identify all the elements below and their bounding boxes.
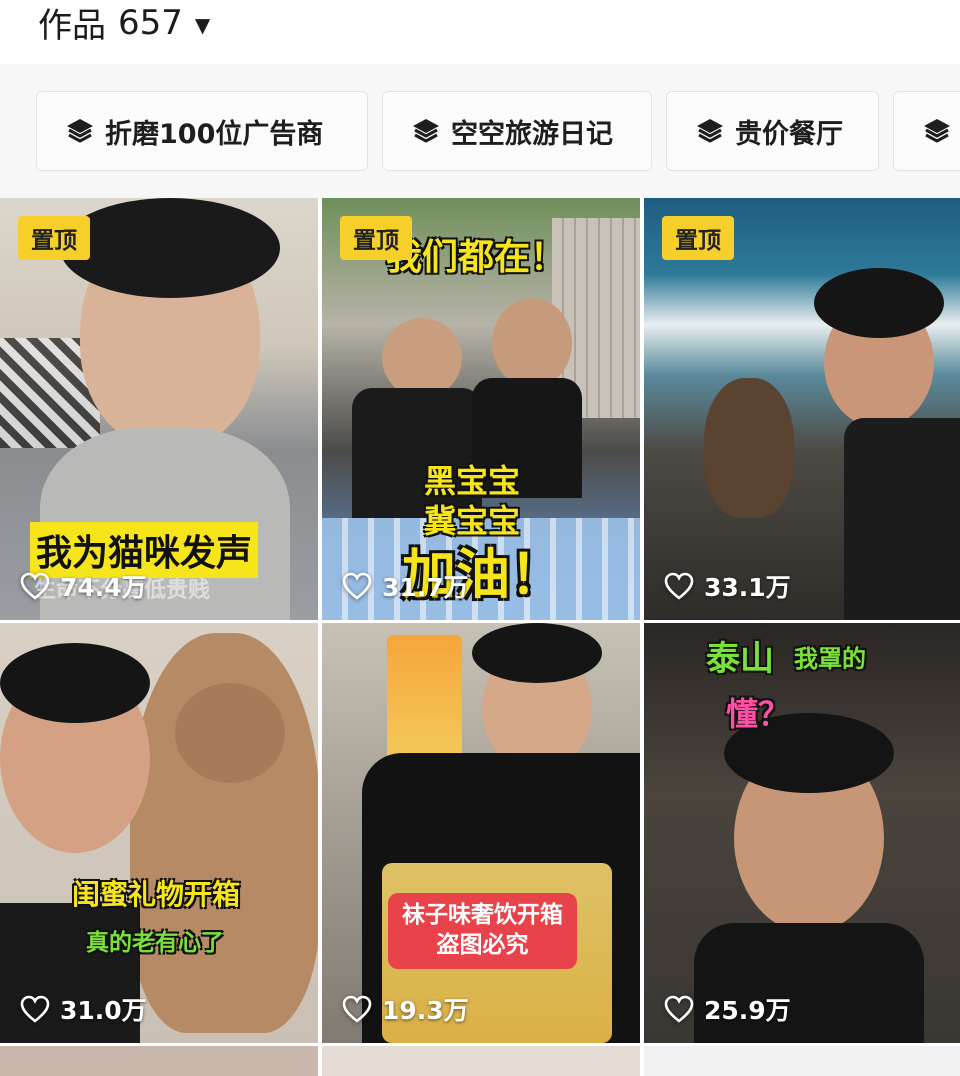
video-caption-line3: 懂？: [726, 695, 791, 733]
collection-chip-2[interactable]: 空空旅游日记: [382, 91, 652, 171]
heart-icon: [664, 995, 694, 1023]
collection-chip-1[interactable]: 折磨100位广告商: [36, 91, 368, 171]
video-grid: 我为猫咪发声 生命不分高低贵贱 置顶 74.4万 我们都在！ 黑宝宝 冀宝宝 加…: [0, 198, 960, 1076]
video-caption-line2: 我罩的: [794, 645, 866, 673]
video-tile-6[interactable]: 泰山 我罩的 懂？ 25.9万: [644, 623, 960, 1043]
layers-icon: [924, 119, 950, 143]
collection-chip-3[interactable]: 贵价餐厅: [666, 91, 879, 171]
collection-label: 贵价餐厅: [735, 118, 843, 150]
pinned-badge: 置顶: [662, 216, 734, 260]
video-subcaption: 真的老有心了: [86, 930, 224, 956]
video-caption: 闺蜜礼物开箱: [72, 878, 241, 911]
profile-works-header: 作品 657 ▼: [0, 0, 960, 62]
like-count: 31.7万: [342, 568, 469, 604]
pinned-badge: 置顶: [340, 216, 412, 260]
like-count: 19.3万: [342, 991, 469, 1027]
works-tab-selector[interactable]: 作品 657 ▼: [38, 0, 210, 47]
video-caption: 我们都在！: [386, 237, 567, 278]
works-label: 作品: [38, 6, 106, 46]
like-count-value: 19.3万: [382, 996, 469, 1025]
like-count: 33.1万: [664, 568, 791, 604]
like-count: 74.4万: [20, 568, 147, 604]
like-count: 31.0万: [20, 991, 147, 1027]
collection-chip-4[interactable]: [893, 91, 960, 171]
video-caption: 泰山: [706, 639, 774, 679]
like-count-value: 25.9万: [704, 996, 791, 1025]
heart-icon: [342, 572, 372, 600]
video-tile-9[interactable]: [644, 1046, 960, 1076]
heart-icon: [20, 572, 50, 600]
caret-down-icon: ▼: [194, 12, 211, 37]
video-tile-2[interactable]: 我们都在！ 黑宝宝 冀宝宝 加油！ 置顶 31.7万: [322, 198, 640, 620]
collections-bar: 折磨100位广告商 空空旅游日记 贵价餐厅: [0, 64, 960, 198]
layers-icon: [413, 119, 439, 143]
heart-icon: [664, 572, 694, 600]
layers-icon: [697, 119, 723, 143]
video-subcaption: 盗图必究: [436, 931, 529, 958]
like-count-value: 31.7万: [382, 573, 469, 602]
like-count-value: 33.1万: [704, 573, 791, 602]
video-tile-8[interactable]: [322, 1046, 640, 1076]
layers-icon: [67, 119, 93, 143]
works-count: 657: [118, 2, 183, 43]
heart-icon: [342, 995, 372, 1023]
video-tile-7[interactable]: [0, 1046, 318, 1076]
video-caption: 袜子味奢饮开箱: [402, 902, 563, 928]
video-tile-4[interactable]: 闺蜜礼物开箱 真的老有心了 31.0万: [0, 623, 318, 1043]
like-count-value: 31.0万: [60, 996, 147, 1025]
pinned-badge: 置顶: [18, 216, 90, 260]
collection-label: 空空旅游日记: [451, 118, 613, 150]
like-count-value: 74.4万: [60, 573, 147, 602]
collection-label: 折磨100位广告商: [105, 118, 324, 150]
video-tile-1[interactable]: 我为猫咪发声 生命不分高低贵贱 置顶 74.4万: [0, 198, 318, 620]
like-count: 25.9万: [664, 991, 791, 1027]
video-tile-5[interactable]: 袜子味奢饮开箱 盗图必究 19.3万: [322, 623, 640, 1043]
video-caption-box: 袜子味奢饮开箱 盗图必究: [388, 893, 577, 969]
heart-icon: [20, 995, 50, 1023]
video-tile-3[interactable]: 置顶 33.1万: [644, 198, 960, 620]
